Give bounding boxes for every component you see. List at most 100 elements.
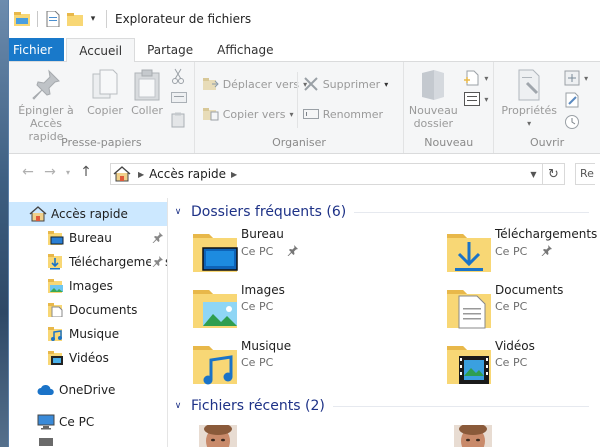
open-icon[interactable]: ▾ <box>564 70 588 86</box>
section-collapse-chevron-icon[interactable]: ∨ <box>169 207 187 217</box>
nav-item-telechargements[interactable]: Téléchargements <box>9 250 167 274</box>
nav-item-documents[interactable]: Documents <box>9 298 167 322</box>
delete-icon <box>303 76 319 92</box>
new-folder-button[interactable]: Nouveau dossier <box>408 68 458 130</box>
group-organize-label: Organiser <box>272 136 326 149</box>
folder-tile-musique[interactable]: Musique Ce PC <box>191 338 391 388</box>
copy-path-icon[interactable] <box>171 90 187 104</box>
documents-folder-icon <box>447 290 491 329</box>
nav-this-pc[interactable]: Ce PC <box>9 410 167 434</box>
section-divider <box>354 211 589 213</box>
history-icon[interactable] <box>564 114 580 130</box>
folder-tile-images[interactable]: Images Ce PC <box>191 282 391 332</box>
pin-label-line1: Épingler à <box>18 104 74 117</box>
folder-name: Vidéos <box>495 339 535 353</box>
properties-quick-icon[interactable] <box>42 8 64 30</box>
folder-location: Ce PC <box>241 356 274 369</box>
nav-quick-access[interactable]: Accès rapide <box>9 202 167 226</box>
home-icon <box>29 205 47 223</box>
music-folder-icon <box>47 325 65 343</box>
recent-locations-chevron-icon[interactable]: ▾ <box>61 161 75 183</box>
recent-file-thumbnail[interactable] <box>454 425 492 447</box>
folder-tile-videos[interactable]: Vidéos Ce PC <box>445 338 600 388</box>
move-to-button[interactable]: Déplacer vers ▾ <box>202 76 307 92</box>
window-title: Explorateur de fichiers <box>115 12 252 26</box>
paste-button[interactable]: Coller <box>127 68 167 117</box>
rename-button[interactable]: Renommer <box>302 106 383 122</box>
properties-button[interactable]: Propriétés ▾ <box>498 68 560 130</box>
address-history-chevron-icon[interactable]: ▼ <box>524 164 542 184</box>
refresh-icon[interactable]: ↻ <box>542 164 564 184</box>
nav-onedrive[interactable]: OneDrive <box>9 378 167 402</box>
paste-icon <box>131 68 163 102</box>
copy-button[interactable]: Copier <box>83 68 127 117</box>
breadcrumb-separator-icon[interactable]: ▶ <box>138 170 144 179</box>
nav-next-item-partial <box>9 436 167 447</box>
easy-access-icon[interactable]: ▾ <box>464 92 488 106</box>
home-icon <box>111 164 133 184</box>
nav-item-musique[interactable]: Musique <box>9 322 167 346</box>
explorer-app-icon[interactable] <box>11 8 33 30</box>
folder-location: Ce PC <box>241 244 299 259</box>
new-folder-quick-icon[interactable] <box>64 8 86 30</box>
pin-icon <box>151 254 165 268</box>
music-folder-icon <box>193 346 237 385</box>
content-area: ∨ Dossiers fréquents (6) Bureau Ce PC Té… <box>169 198 597 447</box>
tab-home[interactable]: Accueil <box>66 38 136 62</box>
cut-icon[interactable] <box>171 68 185 84</box>
folder-name: Musique <box>241 339 292 353</box>
edit-icon[interactable] <box>564 92 580 108</box>
videos-folder-icon <box>47 349 65 367</box>
customize-quick-access-icon[interactable]: ▾ <box>86 8 100 30</box>
folder-tile-documents[interactable]: Documents Ce PC <box>445 282 600 332</box>
documents-folder-icon <box>47 301 65 319</box>
computer-icon <box>37 413 55 431</box>
folder-tile-bureau[interactable]: Bureau Ce PC <box>191 226 391 276</box>
breadcrumb-separator-icon[interactable]: ▶ <box>231 170 237 179</box>
copy-to-icon <box>202 106 219 122</box>
up-arrow-icon[interactable]: ↑ <box>75 161 97 183</box>
delete-chevron-icon: ▾ <box>384 79 389 89</box>
copy-to-chevron-icon: ▾ <box>289 109 294 119</box>
address-bar[interactable]: ▶ Accès rapide ▶ ▼ ↻ <box>110 163 565 185</box>
quick-access-separator <box>37 11 38 27</box>
nav-item-label: Vidéos <box>69 351 109 365</box>
new-item-icon[interactable]: ▾ <box>464 70 488 86</box>
breadcrumb-current[interactable]: Accès rapide <box>149 167 226 181</box>
section-frequent-folders[interactable]: ∨ Dossiers fréquents (6) <box>169 200 589 224</box>
back-arrow-icon[interactable]: ← <box>17 161 39 183</box>
title-bar: ▾ Explorateur de fichiers <box>9 0 600 38</box>
delete-button[interactable]: Supprimer ▾ <box>303 76 389 92</box>
copy-to-button[interactable]: Copier vers ▾ <box>202 106 294 122</box>
copy-label: Copier <box>87 104 123 117</box>
explorer-window: ▾ Explorateur de fichiers Fichier Accuei… <box>8 0 600 447</box>
search-box[interactable]: Re <box>575 163 595 185</box>
copy-icon <box>89 68 121 102</box>
pin-icon <box>30 68 62 102</box>
pin-quick-access-button[interactable]: Épingler à Accès rapide <box>13 68 79 143</box>
videos-folder-icon <box>447 346 491 384</box>
navigation-pane: Accès rapide Bureau Téléchargements Imag… <box>9 198 168 447</box>
forward-arrow-icon[interactable]: → <box>39 161 61 183</box>
nav-onedrive-label: OneDrive <box>59 383 116 397</box>
desktop-background <box>0 0 8 447</box>
nav-item-bureau[interactable]: Bureau <box>9 226 167 250</box>
tab-file[interactable]: Fichier <box>9 38 65 62</box>
nav-item-images[interactable]: Images <box>9 274 167 298</box>
pin-icon <box>541 244 553 259</box>
group-open-label: Ouvrir <box>529 136 565 149</box>
section-divider <box>332 405 589 407</box>
nav-this-pc-label: Ce PC <box>59 415 95 429</box>
folder-tile-telechargements[interactable]: Téléchargements Ce PC <box>445 226 600 276</box>
folder-name: Bureau <box>241 227 284 241</box>
tab-share[interactable]: Partage <box>135 38 205 62</box>
paste-shortcut-icon[interactable] <box>171 112 185 128</box>
nav-item-label: Images <box>69 279 113 293</box>
folder-location: Ce PC <box>495 244 597 259</box>
folder-name: Téléchargements <box>495 227 598 241</box>
tab-view[interactable]: Affichage <box>205 38 285 62</box>
section-collapse-chevron-icon[interactable]: ∨ <box>169 401 187 411</box>
section-recent-files[interactable]: ∨ Fichiers récents (2) <box>169 394 589 418</box>
recent-file-thumbnail[interactable] <box>199 425 237 447</box>
nav-item-videos[interactable]: Vidéos <box>9 346 167 370</box>
